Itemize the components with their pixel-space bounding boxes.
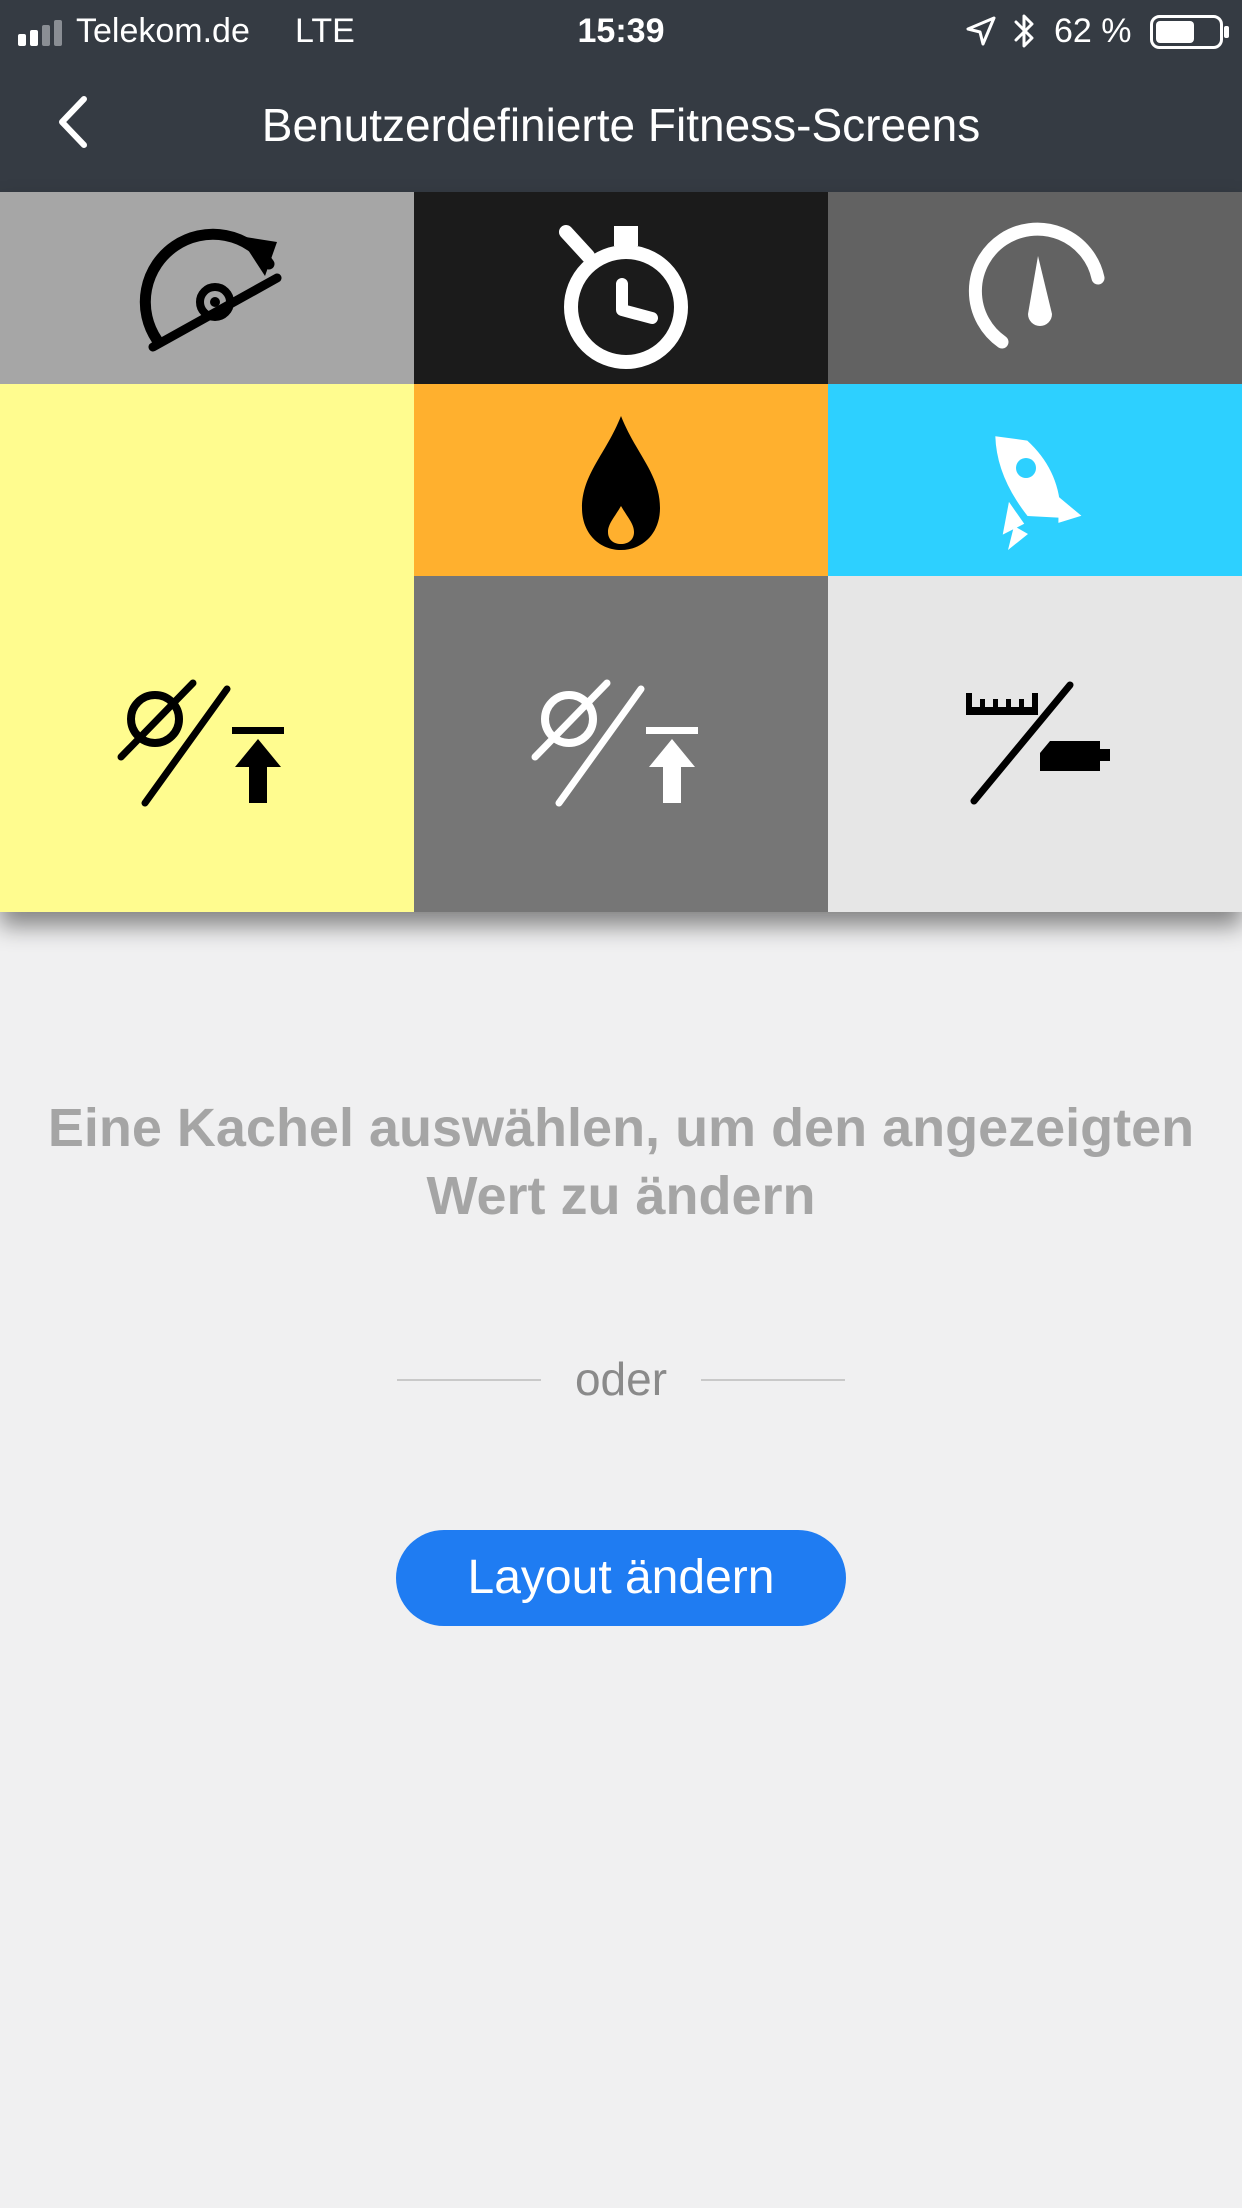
average-ascent-icon [531, 679, 698, 807]
battery-percentage: 62 % [1054, 12, 1132, 50]
divider-right [701, 1379, 845, 1381]
page-title: Benutzerdefinierte Fitness-Screens [261, 99, 981, 151]
or-label: oder [574, 1353, 668, 1405]
status-bar: Telekom.de LTE 15:39 62 % [0, 0, 1242, 62]
tile-cadence[interactable] [0, 192, 414, 384]
change-layout-button[interactable]: Layout ändern [396, 1530, 846, 1626]
speedometer-icon [968, 222, 1105, 349]
tile-timer[interactable] [414, 192, 828, 384]
navigation-bar: Benutzerdefinierte Fitness-Screens [0, 62, 1242, 192]
cadence-icon [139, 228, 282, 352]
tile-speed[interactable] [828, 192, 1242, 384]
average-ascent-icon [117, 679, 284, 807]
tile-calories[interactable] [414, 384, 828, 576]
tile-distance-battery[interactable] [828, 576, 1242, 912]
tile-performance[interactable] [828, 384, 1242, 576]
rocket-icon [995, 436, 1082, 550]
tile-selection-hint: Eine Kachel auswählen, um den angezeigte… [47, 1098, 1195, 1226]
location-arrow-icon [966, 16, 996, 46]
tile-avg-ascent-yellow[interactable] [0, 576, 414, 912]
header: Telekom.de LTE 15:39 62 % Benutzerdefini… [0, 0, 1242, 192]
tile-avg-ascent-gray[interactable] [414, 576, 828, 912]
stopwatch-icon [559, 225, 688, 369]
battery-icon [1150, 15, 1229, 49]
bluetooth-icon [1014, 14, 1034, 48]
ruler-battery-icon [966, 681, 1110, 805]
flame-icon [582, 416, 660, 550]
